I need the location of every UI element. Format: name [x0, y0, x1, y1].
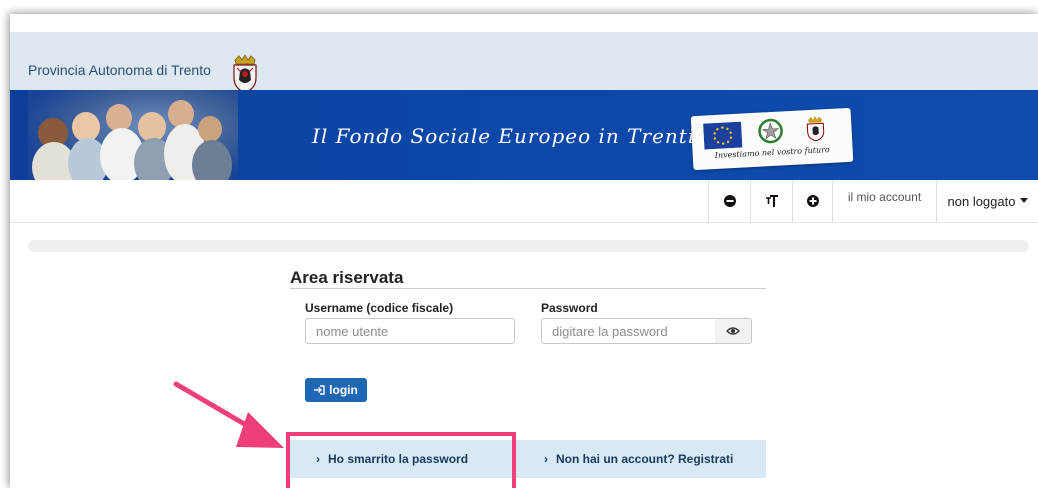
arrow-annotation-icon	[173, 381, 284, 448]
